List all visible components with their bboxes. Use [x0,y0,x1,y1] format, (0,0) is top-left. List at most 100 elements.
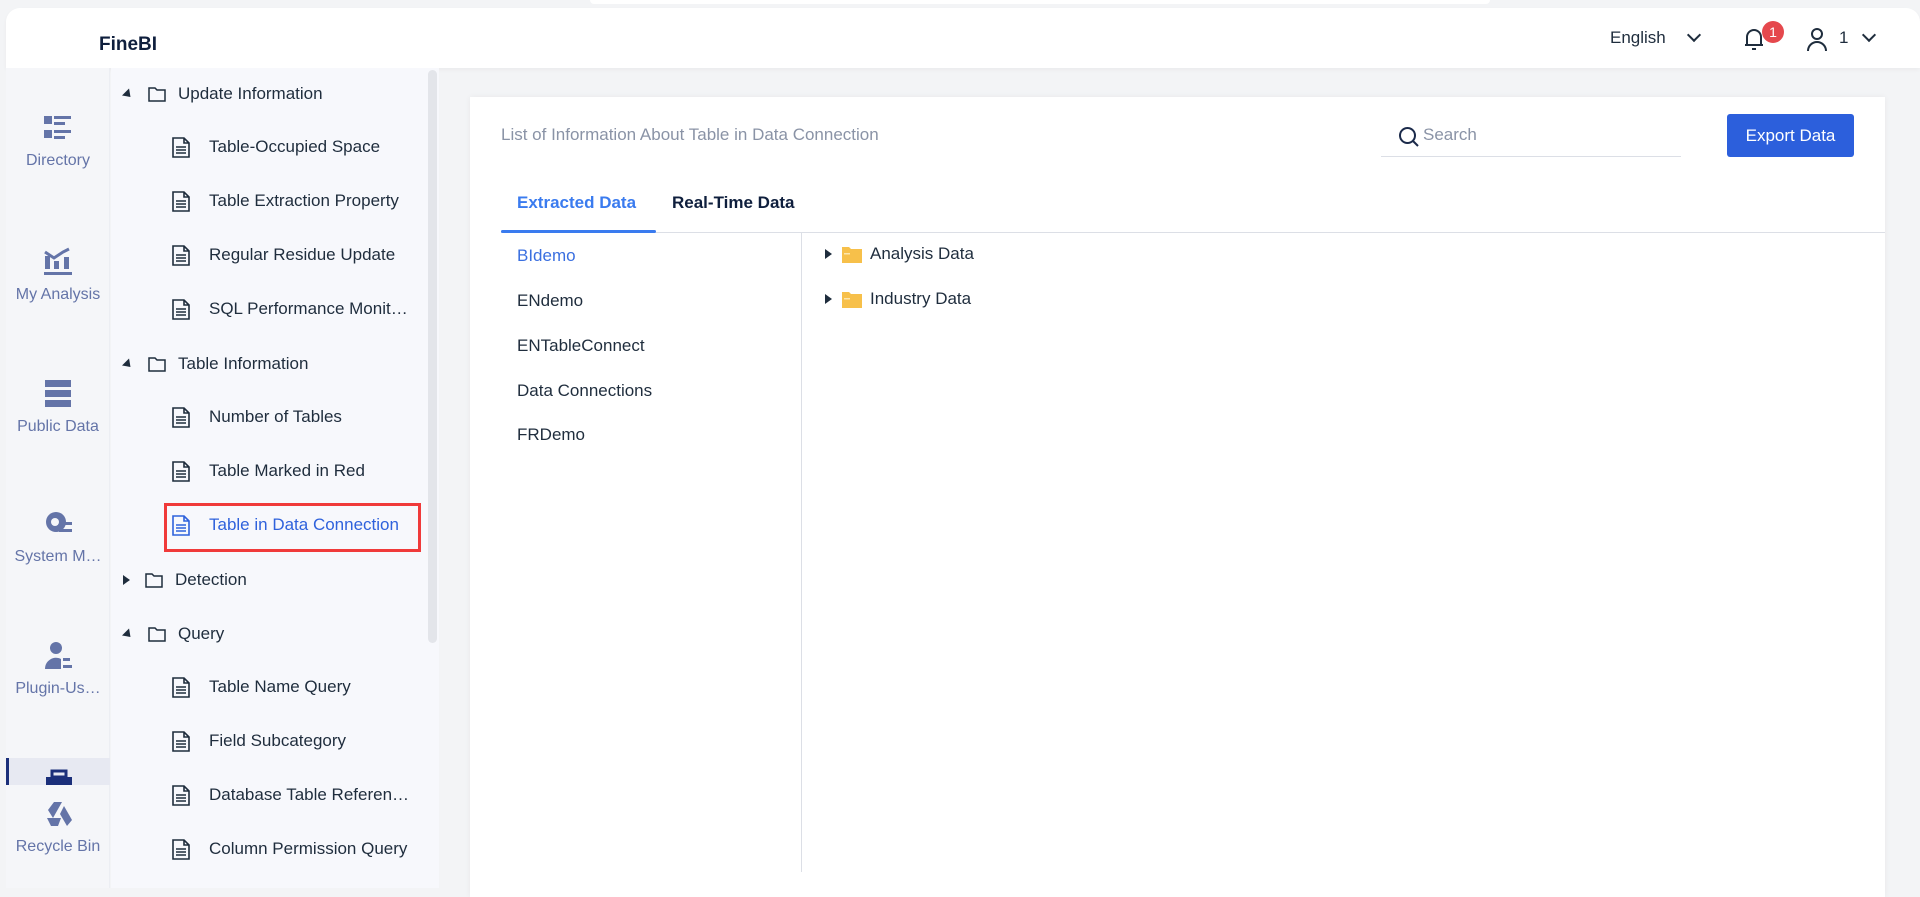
nav-label: Public Data [17,418,99,435]
folder-outline-icon [148,627,166,642]
tree-item[interactable]: Column Permission Query [172,837,407,861]
tree-item-label: Table Name Query [209,677,351,696]
folder-outline-icon [145,573,163,588]
logo: FineBI [99,34,158,55]
search-input[interactable]: Search [1381,113,1681,157]
folder-outline-icon [148,87,166,102]
tree-scrollbar[interactable] [428,70,437,643]
expand-arrow-icon[interactable] [825,294,832,304]
content-card: List of Information About Table in Data … [470,97,1885,897]
nav-my-analysis[interactable]: My Analysis [6,246,110,304]
language-label: English [1610,28,1666,47]
document-icon [172,406,190,428]
tree-item[interactable]: Table Marked in Red [172,459,365,483]
tree-item-label: Regular Residue Update [209,245,396,264]
collapse-arrow-icon[interactable] [121,87,135,101]
nav-system-management[interactable]: System M… [6,508,110,566]
nav-label: My Analysis [15,286,101,303]
document-icon [172,460,190,482]
nav-label: Plugin-Us… [15,680,101,697]
user-icon[interactable] [1806,26,1828,52]
recycle-bin-icon [47,802,72,826]
tree-group-label: Query [178,624,225,643]
folder-label: Analysis Data [870,244,974,263]
directory-icon [44,116,71,139]
tab-extracted-data[interactable]: Extracted Data [517,193,636,213]
language-selector[interactable]: English [1610,28,1666,48]
system-management-icon [46,512,72,532]
tree-group[interactable]: Detection [123,568,247,592]
search-icon [1399,127,1419,147]
folder-row[interactable]: Industry Data [825,289,971,309]
tree-group[interactable]: Update Information [121,82,323,106]
tree-item-label: Column Permission Query [209,839,408,858]
tree-group[interactable]: Query [121,622,225,646]
browser-top-strip [590,0,1490,4]
connection-item[interactable]: FRDemo [517,425,585,445]
selected-highlight-box [164,503,421,552]
document-icon [172,730,190,752]
top-header: FineBI English 1 1 [6,8,1920,68]
notification-badge: 1 [1762,21,1784,43]
folder-row[interactable]: Analysis Data [825,244,974,264]
nav-recycle-bin[interactable]: Recycle Bin [6,800,110,856]
connection-item[interactable]: Data Connections [517,381,652,401]
nav-item-selected[interactable] [6,758,110,785]
tree-item[interactable]: Regular Residue Update [172,243,395,267]
document-icon [172,190,190,212]
document-icon [172,784,190,806]
public-data-icon [45,380,71,407]
tree-item[interactable]: Number of Tables [172,405,342,429]
nav-label: Directory [25,152,90,169]
tree-group-label: Detection [175,570,247,589]
tree-group[interactable]: Table Information [121,352,309,376]
tree-item[interactable]: SQL Performance Monit… [172,297,408,321]
chevron-down-icon[interactable] [1861,27,1877,43]
page-title: List of Information About Table in Data … [501,125,879,144]
nav-directory[interactable]: Directory [6,114,110,170]
tree-item-label: Table-Occupied Space [209,137,381,156]
document-icon [172,838,190,860]
column-divider [801,232,802,872]
chevron-down-icon[interactable] [1686,27,1702,43]
tree-group-label: Update Information [178,84,323,103]
folder-icon [842,292,862,308]
export-data-button[interactable]: Export Data [1727,114,1854,157]
tree-item[interactable]: Field Subcategory [172,729,346,753]
tree-item-label: Table Extraction Property [209,191,399,210]
tree-item-label: Field Subcategory [209,731,347,750]
tree-item[interactable]: Table-Occupied Space [172,135,380,159]
tree-item-label: Table Marked in Red [209,461,365,480]
active-tab-indicator [501,230,656,233]
plugin-user-icon [44,642,72,669]
connection-item[interactable]: BIdemo [517,246,576,266]
tree-item-label: SQL Performance Monit… [209,299,408,318]
tab-real-time-data[interactable]: Real-Time Data [672,193,795,213]
document-icon [172,244,190,266]
connection-item[interactable]: ENdemo [517,291,583,311]
tree-item[interactable]: Table Extraction Property [172,189,399,213]
tree-item-label: Number of Tables [209,407,342,426]
user-name[interactable]: 1 [1839,28,1848,48]
nav-label: System M… [14,548,102,565]
nav-label: Recycle Bin [15,838,101,855]
tree-item-label: Database Table Referen… [209,785,410,804]
collapse-arrow-icon[interactable] [121,627,135,641]
tree-group-label: Table Information [178,354,309,373]
search-placeholder: Search [1423,125,1477,144]
folder-icon [842,247,862,263]
expand-arrow-icon[interactable] [123,575,130,585]
tree-item[interactable]: Database Table Referen… [172,783,409,807]
document-icon [172,298,190,320]
nav-plugin-user[interactable]: Plugin-Us… [6,640,110,698]
toolbox-icon [46,769,72,785]
document-icon [172,676,190,698]
expand-arrow-icon[interactable] [825,249,832,259]
connection-item[interactable]: ENTableConnect [517,336,645,356]
tab-divider [501,232,1885,233]
tree-item[interactable]: Table Name Query [172,675,351,699]
collapse-arrow-icon[interactable] [121,357,135,371]
document-icon [172,136,190,158]
nav-public-data[interactable]: Public Data [6,378,110,436]
folder-label: Industry Data [870,289,972,308]
